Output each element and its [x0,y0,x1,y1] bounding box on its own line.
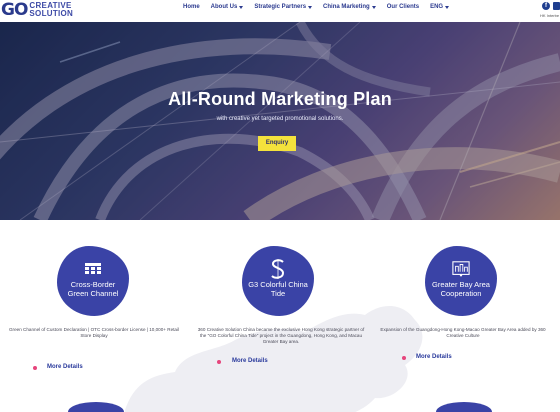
services-section: Cross-Border Green Channel Green Channel… [0,220,560,412]
service-title: G3 Colorful China Tide [248,280,308,298]
storefront-grid-icon [84,260,102,278]
nav-strategic-partners-label: Strategic Partners [254,4,307,10]
bullet-dot-icon [217,360,221,364]
nav-about-us-label: About Us [210,4,238,10]
chevron-down-icon [239,5,244,9]
social-links: f [542,2,560,10]
nav-china-marketing[interactable]: China Marketing [323,4,376,10]
more-details-link[interactable]: More Details [47,364,83,370]
nav-about-us[interactable]: About Us [211,4,244,10]
nav-home[interactable]: Home [183,4,200,10]
nav-our-clients-label: Our Clients [386,4,420,10]
nav-strategic-partners[interactable]: Strategic Partners [254,4,313,10]
service-card-cross-border[interactable]: Cross-Border Green Channel [57,246,129,316]
city-map-icon [452,260,470,278]
main-nav: Home About Us Strategic Partners China M… [183,4,460,10]
nav-home-label: Home [183,4,200,10]
nav-language[interactable]: ENG [430,4,450,10]
service-card-greater-bay-area[interactable]: Greater Bay Area Cooperation [425,246,497,316]
nav-language-label: ENG [430,4,444,10]
hero-banner: All-Round Marketing Plan with creative y… [0,22,560,220]
site-header: GO CREATIVE SOLUTION Home About Us Strat… [0,0,560,22]
service-title: Greater Bay Area Cooperation [432,280,490,298]
service-description: 360 Creative Solution China became the e… [197,327,365,344]
social-icon[interactable] [553,2,560,10]
chevron-down-icon [308,5,313,9]
logo-line-2: SOLUTION [29,9,74,18]
hero-title: All-Round Marketing Plan [168,89,392,109]
social-label: HK Interbe [540,13,560,18]
enquiry-button[interactable]: Enquiry [258,136,296,151]
nav-china-marketing-label: China Marketing [323,4,370,10]
logo[interactable]: GO CREATIVE SOLUTION [0,0,73,20]
more-details-link[interactable]: More Details [416,354,452,360]
bullet-dot-icon [402,356,406,360]
chevron-down-icon [371,5,376,9]
service-description: Green Channel of Custom Declaration | OT… [8,327,179,338]
service-card-china-tide[interactable]: G3 Colorful China Tide [242,246,314,316]
service-description: Expansion of the Guangdong-Hong Kong-Mac… [380,327,546,338]
bullet-dot-icon [33,366,37,370]
s-logo-icon [269,259,287,279]
more-details-link[interactable]: More Details [232,358,268,364]
chevron-down-icon [445,5,450,9]
service-title: Cross-Border Green Channel [67,280,119,298]
hero-subtitle: with creative yet targeted promotional s… [216,116,344,122]
logo-text: CREATIVE SOLUTION [29,2,73,18]
nav-our-clients[interactable]: Our Clients [387,4,419,10]
logo-mark: GO [1,0,28,20]
facebook-icon[interactable]: f [542,2,550,10]
